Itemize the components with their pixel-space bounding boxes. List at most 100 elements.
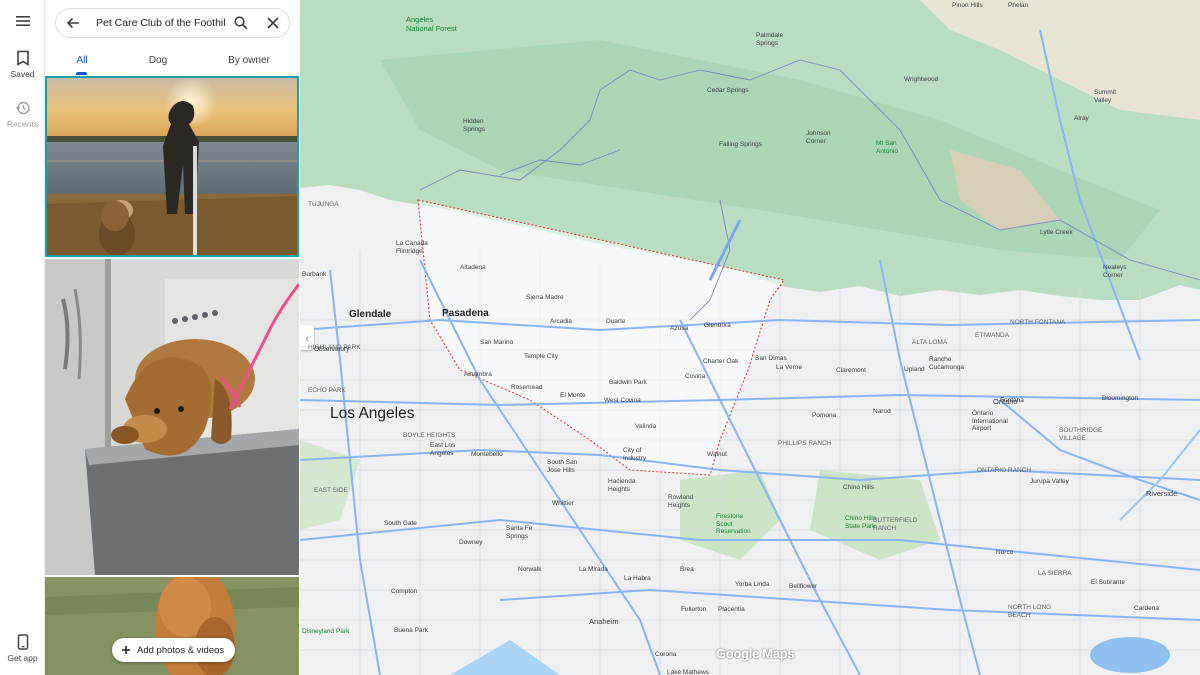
map-label[interactable]: Altadena bbox=[460, 264, 486, 272]
tab-by-owner[interactable]: By owner bbox=[222, 55, 276, 66]
map-label[interactable]: Lytle Creek bbox=[1040, 229, 1073, 237]
map-label[interactable]: Corona bbox=[655, 651, 676, 659]
map-label[interactable]: Anaheim bbox=[589, 617, 619, 627]
map-label[interactable]: La Canada Flintridge bbox=[396, 240, 428, 255]
map-label[interactable]: Norco bbox=[996, 549, 1013, 557]
map-label[interactable]: Hacienda Heights bbox=[608, 478, 635, 493]
map-label[interactable]: Pomona bbox=[812, 412, 836, 420]
map-label[interactable]: Charter Oak bbox=[703, 358, 738, 366]
map-label[interactable]: Cardena bbox=[1134, 605, 1159, 613]
menu-button[interactable] bbox=[0, 13, 45, 29]
map-label[interactable]: Falling Springs bbox=[719, 141, 762, 149]
map-label[interactable]: Brea bbox=[680, 566, 694, 574]
map-label[interactable]: Narod bbox=[873, 408, 891, 416]
map-label[interactable]: Covina bbox=[685, 373, 705, 381]
map-label[interactable]: Temple City bbox=[524, 353, 558, 361]
map-label[interactable]: Fontana bbox=[1000, 397, 1024, 405]
map-label[interactable]: Pinon Hills bbox=[952, 2, 983, 10]
map-label[interactable]: Buena Park bbox=[394, 627, 428, 635]
map-label[interactable]: NORTH FONTANA bbox=[1010, 319, 1065, 327]
map-label[interactable]: City of Industry bbox=[623, 447, 646, 462]
map-label[interactable]: South San Jose Hills bbox=[547, 459, 577, 474]
map-label[interactable]: Alray bbox=[1074, 115, 1089, 123]
map-label[interactable]: San Marino bbox=[480, 339, 513, 347]
search-icon[interactable] bbox=[233, 15, 249, 31]
map-label[interactable]: Santa Fe Springs bbox=[506, 525, 532, 540]
map-label[interactable]: Duarte bbox=[606, 318, 626, 326]
photo-dog-grooming-tub[interactable] bbox=[45, 259, 299, 575]
map-label[interactable]: Sierra Madre bbox=[526, 294, 564, 302]
map-label[interactable]: Firestone Scout Reservation bbox=[716, 513, 751, 536]
map-label[interactable]: SOUTHRIDGE VILLAGE bbox=[1059, 427, 1102, 442]
map-label[interactable]: ETIWANDA bbox=[975, 332, 1009, 340]
map-label[interactable]: Arcadia bbox=[550, 318, 572, 326]
map-label[interactable]: La Mirada bbox=[579, 566, 608, 574]
map-label[interactable]: Angeles National Forest bbox=[406, 15, 457, 33]
map-label[interactable]: Azusa bbox=[670, 325, 688, 333]
map-label[interactable]: El Monte bbox=[560, 392, 586, 400]
add-photos-button[interactable]: Add photos & videos bbox=[112, 638, 236, 662]
map-label[interactable]: Jurupa Valley bbox=[1030, 478, 1069, 486]
map-label[interactable]: Ontario International Airport bbox=[972, 410, 1008, 433]
map-label[interactable]: Rosemead bbox=[511, 384, 542, 392]
map-label[interactable]: Chino Hills bbox=[843, 484, 874, 492]
map-label[interactable]: LA SIERRA bbox=[1038, 570, 1072, 578]
map-label[interactable]: Chino Hills State Park bbox=[845, 515, 876, 530]
map-label[interactable]: Riverside bbox=[1146, 489, 1177, 499]
map-label[interactable]: Pasadena bbox=[442, 308, 489, 319]
saved-button[interactable]: Saved bbox=[0, 50, 45, 79]
map-label[interactable]: ALTA LOMA bbox=[912, 339, 947, 347]
map-label[interactable]: Summit Valley bbox=[1094, 89, 1116, 104]
map-label[interactable]: Disneyland Park bbox=[302, 628, 349, 636]
map-label[interactable]: San Dimas bbox=[755, 355, 787, 363]
map-label[interactable]: Glendora bbox=[704, 322, 731, 330]
map-label[interactable]: Montebello bbox=[471, 451, 503, 459]
map-label[interactable]: Claremont bbox=[836, 367, 866, 375]
map-label[interactable]: PHILLIPS RANCH bbox=[778, 440, 831, 448]
photo-sunset-owner-dog[interactable] bbox=[45, 76, 299, 257]
map-label[interactable]: Rowland Heights bbox=[668, 494, 693, 509]
map-label[interactable]: Whittier bbox=[552, 500, 574, 508]
map-label[interactable]: Glendale bbox=[349, 309, 391, 320]
get-app-button[interactable]: Get app bbox=[0, 634, 45, 663]
map-label[interactable]: Fullerton bbox=[681, 606, 706, 614]
map-label[interactable]: Wrightwood bbox=[904, 76, 938, 84]
map-label[interactable]: Upland bbox=[904, 366, 925, 374]
map-label[interactable]: Rancho Cucamonga bbox=[929, 356, 964, 371]
map-label[interactable]: TUJUNGA bbox=[308, 201, 339, 209]
map-label[interactable]: Placentia bbox=[718, 606, 745, 614]
map-label[interactable]: NORTH LONG BEACH bbox=[1008, 604, 1051, 619]
map-label[interactable]: Los Angeles bbox=[330, 405, 414, 423]
tab-dog[interactable]: Dog bbox=[140, 55, 176, 66]
map-label[interactable]: Downey bbox=[459, 539, 482, 547]
search-box[interactable]: Pet Care Club of the Foothills bbox=[55, 8, 290, 38]
map-label[interactable]: Bellflower bbox=[789, 583, 817, 591]
map-label[interactable]: Lake Mathews bbox=[667, 669, 709, 675]
map-label[interactable]: BUTTERFIELD RANCH bbox=[873, 517, 917, 532]
close-icon[interactable] bbox=[265, 15, 281, 31]
map-label[interactable]: Walnut bbox=[707, 451, 727, 459]
back-arrow-icon[interactable] bbox=[65, 15, 81, 31]
map-label[interactable]: BOYLE HEIGHTS bbox=[403, 432, 455, 440]
map-label[interactable]: Baldwin Park bbox=[609, 379, 647, 387]
map-label[interactable]: Burbank bbox=[302, 271, 326, 279]
map-label[interactable]: Nealeys Corner bbox=[1103, 264, 1126, 279]
map-label[interactable]: Observatory bbox=[314, 346, 349, 354]
map-label[interactable]: Valinda bbox=[635, 423, 656, 431]
map-label[interactable]: La Habra bbox=[624, 575, 651, 583]
map-label[interactable]: EAST SIDE bbox=[314, 487, 348, 495]
map-label[interactable]: Norwalk bbox=[518, 566, 541, 574]
map-label[interactable]: Palmdale Springs bbox=[756, 32, 783, 47]
map-label[interactable]: Hidden Springs bbox=[463, 118, 485, 133]
map-label[interactable]: Bloomington bbox=[1102, 395, 1138, 403]
map-label[interactable]: Cedar Springs bbox=[707, 87, 749, 95]
map-label[interactable]: ONTARIO RANCH bbox=[977, 467, 1031, 475]
map-label[interactable]: Johnson Corner bbox=[806, 130, 831, 145]
map-canvas[interactable]: ‹ Pinon Hills Phelan Angeles National Fore… bbox=[300, 0, 1200, 675]
map-label[interactable]: Yorba Linda bbox=[735, 581, 769, 589]
map-label[interactable]: El Sobrante bbox=[1091, 579, 1125, 587]
map-label[interactable]: West Covina bbox=[604, 397, 641, 405]
map-label[interactable]: La Verne bbox=[776, 364, 802, 372]
map-label[interactable]: Compton bbox=[391, 588, 417, 596]
search-input[interactable]: Pet Care Club of the Foothills bbox=[96, 17, 226, 29]
